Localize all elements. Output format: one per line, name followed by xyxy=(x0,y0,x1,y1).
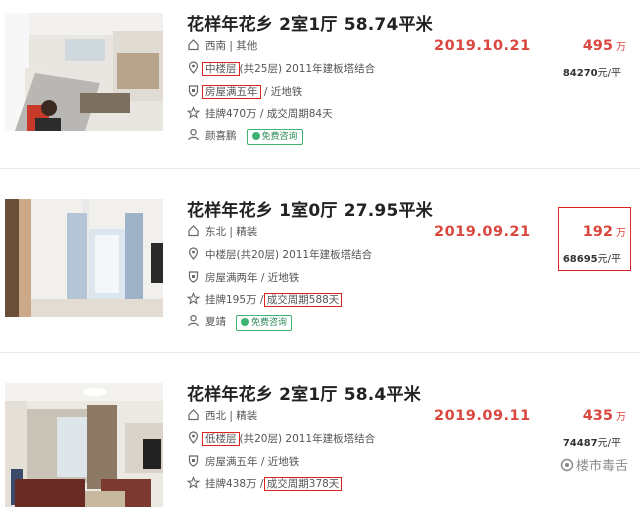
orientation-row: 西南 | 其他 xyxy=(187,38,257,52)
listing-card[interactable]: 花样年花乡 2室1厅 58.74平米 西南 | 其他 中楼层 (共25层) 201… xyxy=(0,0,640,150)
listing-price-text: 挂牌195万 xyxy=(205,294,257,306)
orientation-text: 西南 | 其他 xyxy=(205,40,258,52)
agent-row: 颜喜鹏 免费咨询 xyxy=(187,128,303,145)
listing-card[interactable]: 花样年花乡 1室0厅 27.95平米 东北 | 精装 中楼层(共20层) 201… xyxy=(0,186,640,336)
deal-date: 2019.09.21 xyxy=(434,224,531,240)
total-price: 495 万 xyxy=(582,38,626,54)
shield-icon xyxy=(187,84,200,97)
tag-highlight: 房屋满五年 xyxy=(202,85,261,99)
deal-date: 2019.10.21 xyxy=(434,38,531,54)
unit-price: 74487元/平 xyxy=(562,438,621,449)
listing-info-row: 挂牌195万 / 成交周期588天 xyxy=(187,292,343,307)
deal-cycle-highlight: 成交周期378天 xyxy=(263,477,343,491)
orientation-text: 东北 | 精装 xyxy=(205,226,258,238)
tags-row: 房屋满五年 / 近地铁 xyxy=(187,84,303,99)
watermark: 楼市毒舌 xyxy=(560,455,628,474)
wechat-icon xyxy=(241,318,249,326)
unit-price: 84270元/平 xyxy=(562,68,621,79)
listing-title[interactable]: 花样年花乡 1室0厅 27.95平米 xyxy=(187,196,433,221)
tags-text: 房屋满两年 / 近地铁 xyxy=(205,272,300,284)
tags-text: 房屋满五年 / 近地铁 xyxy=(205,456,300,468)
shield-icon xyxy=(187,270,200,283)
total-price: 435 万 xyxy=(582,408,626,424)
deal-date: 2019.09.11 xyxy=(434,408,531,424)
location-pin-icon xyxy=(187,247,200,260)
consult-label: 免费咨询 xyxy=(261,132,298,142)
listing-photo[interactable] xyxy=(5,13,163,131)
listing-photo[interactable] xyxy=(5,199,163,317)
listing-title[interactable]: 花样年花乡 2室1厅 58.74平米 xyxy=(187,10,433,35)
listing-info-row: 挂牌438万 / 成交周期378天 xyxy=(187,476,343,491)
star-icon xyxy=(187,106,200,119)
wechat-icon xyxy=(251,132,260,140)
location-pin-icon xyxy=(187,61,200,74)
divider xyxy=(0,352,640,353)
person-icon xyxy=(187,314,200,327)
orientation-row: 东北 | 精装 xyxy=(187,224,257,238)
tags-row: 房屋满两年 / 近地铁 xyxy=(187,270,299,284)
listing-info-text: 挂牌470万 / 成交周期84天 xyxy=(205,108,333,120)
shield-icon xyxy=(187,454,200,467)
free-consult-button[interactable]: 免费咨询 xyxy=(246,129,303,145)
watermark-text: 楼市毒舌 xyxy=(575,459,628,474)
person-icon xyxy=(187,128,200,141)
listing-title[interactable]: 花样年花乡 2室1厅 58.4平米 xyxy=(187,380,421,405)
tags-row: 房屋满五年 / 近地铁 xyxy=(187,454,299,468)
floor-row: 中楼层 (共25层) 2011年建板塔结合 xyxy=(187,61,376,76)
home-icon xyxy=(187,38,200,51)
agent-name[interactable]: 夏靖 xyxy=(205,316,226,328)
floor-row: 中楼层(共20层) 2011年建板塔结合 xyxy=(187,247,372,261)
orientation-text: 西北 | 精装 xyxy=(205,410,258,422)
floor-text: (共25层) 2011年建板塔结合 xyxy=(239,63,376,75)
listing-info-row: 挂牌470万 / 成交周期84天 xyxy=(187,106,333,120)
orientation-row: 西北 | 精装 xyxy=(187,408,257,422)
home-icon xyxy=(187,224,200,237)
divider xyxy=(0,168,640,169)
agent-row: 夏靖 免费咨询 xyxy=(187,314,293,331)
floor-text: 中楼层(共20层) 2011年建板塔结合 xyxy=(205,249,373,261)
floor-text: (共20层) 2011年建板塔结合 xyxy=(239,433,376,445)
star-icon xyxy=(187,476,200,489)
star-icon xyxy=(187,292,200,305)
floor-level-highlight: 中楼层 xyxy=(202,62,240,76)
watermark-logo-icon xyxy=(560,458,574,472)
floor-row: 低楼层 (共20层) 2011年建板塔结合 xyxy=(187,431,376,446)
free-consult-button[interactable]: 免费咨询 xyxy=(236,315,293,331)
listing-photo[interactable] xyxy=(5,383,163,507)
location-pin-icon xyxy=(187,431,200,444)
price-highlight-box xyxy=(558,207,631,271)
agent-name[interactable]: 颜喜鹏 xyxy=(205,130,237,142)
listing-price-text: 挂牌438万 xyxy=(205,478,257,490)
consult-label: 免费咨询 xyxy=(251,318,288,328)
floor-level-highlight: 低楼层 xyxy=(202,432,240,446)
deal-cycle-highlight: 成交周期588天 xyxy=(263,293,343,307)
listing-card[interactable]: 花样年花乡 2室1厅 58.4平米 西北 | 精装 低楼层 (共20层) 2011… xyxy=(0,370,640,507)
home-icon xyxy=(187,408,200,421)
tags-text: / 近地铁 xyxy=(260,86,303,98)
